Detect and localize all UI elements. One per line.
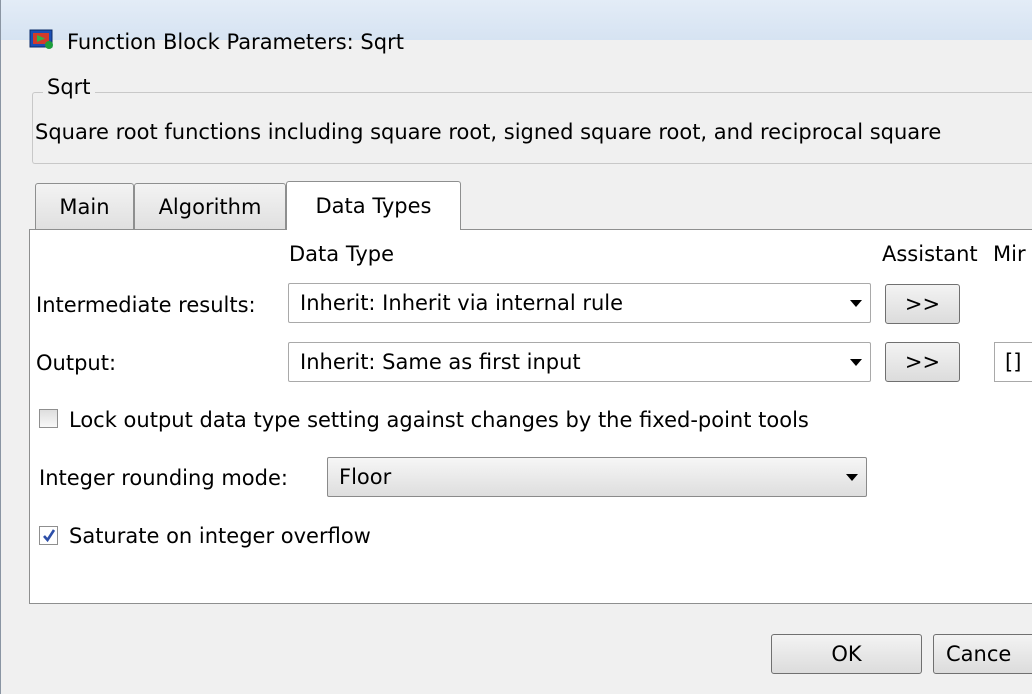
rounding-mode-dropdown[interactable]: Floor [327, 457, 867, 497]
tab-data-types[interactable]: Data Types [286, 181, 461, 230]
lock-output-label: Lock output data type setting against ch… [69, 408, 809, 432]
output-assistant-button[interactable]: >> [885, 342, 960, 382]
output-minimum-field[interactable]: [] [994, 342, 1032, 382]
checkmark-icon [43, 529, 56, 543]
intermediate-results-label: Intermediate results: [36, 293, 256, 317]
output-data-type-value: Inherit: Same as first input [300, 350, 581, 374]
simulink-block-icon [29, 28, 55, 50]
intermediate-results-dropdown[interactable]: Inherit: Inherit via internal rule [288, 283, 871, 323]
output-data-type-dropdown[interactable]: Inherit: Same as first input [288, 342, 871, 382]
block-description: Square root functions including square r… [35, 120, 942, 144]
assistant-column-header: Assistant [882, 242, 978, 266]
intermediate-assistant-button[interactable]: >> [885, 284, 960, 324]
window-title: Function Block Parameters: Sqrt [67, 30, 404, 54]
saturate-checkbox[interactable] [39, 526, 58, 545]
lock-output-checkbox[interactable] [39, 409, 58, 428]
ok-button[interactable]: OK [771, 634, 922, 674]
chevron-down-icon [850, 359, 862, 366]
chevron-down-icon [846, 474, 858, 481]
data-type-column-header: Data Type [289, 242, 395, 266]
tab-algorithm[interactable]: Algorithm [134, 183, 286, 229]
chevron-down-icon [850, 300, 862, 307]
minimum-column-header: Mir [993, 242, 1026, 266]
output-label: Output: [36, 351, 117, 375]
dialog-window: Function Block Parameters: Sqrt Sqrt Squ… [0, 0, 1032, 694]
saturate-label: Saturate on integer overflow [69, 524, 371, 548]
intermediate-results-value: Inherit: Inherit via internal rule [300, 291, 624, 315]
cancel-button[interactable]: Cance [933, 634, 1032, 674]
group-title: Sqrt [43, 75, 95, 99]
rounding-mode-label: Integer rounding mode: [39, 466, 288, 490]
tab-main[interactable]: Main [35, 183, 134, 229]
rounding-mode-value: Floor [339, 465, 392, 489]
